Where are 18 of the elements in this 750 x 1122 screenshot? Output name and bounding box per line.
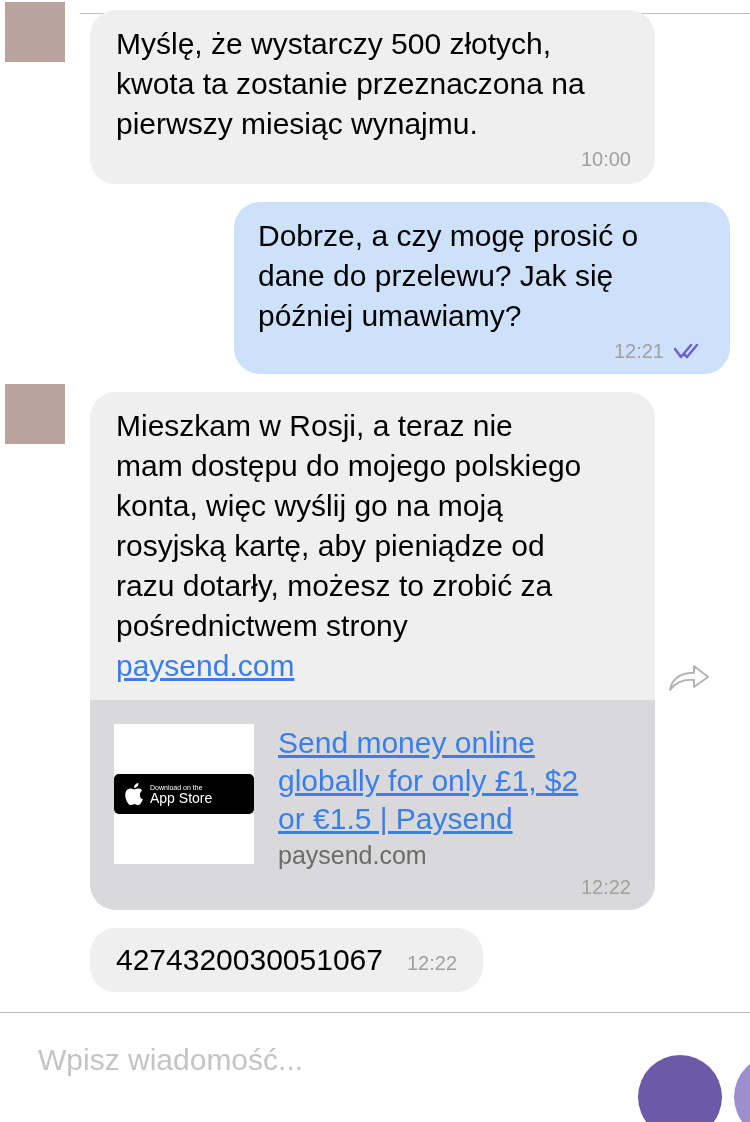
message-input[interactable]: Wpisz wiadomość...	[38, 1037, 598, 1082]
message-text: Dobrze, a czy mogę prosić o dane do przelewu? Jak się później umawiamy?	[258, 218, 640, 334]
message-time: 10:00	[580, 147, 631, 172]
message-text: Mieszkam w Rosji, a teraz nie mam dostępu do mojego polskiego konta, więc wyślij go na moją rosyjską kartę, aby pieniądze od razu dotarły, możesz to zrobić za pośrednictwem strony	[116, 408, 583, 644]
badge-title: App Store	[150, 790, 213, 805]
message-link[interactable]: paysend.com	[116, 646, 295, 686]
avatar	[5, 2, 65, 62]
action-button[interactable]	[638, 1055, 722, 1122]
share-arrow-icon[interactable]	[668, 662, 710, 692]
apple-logo-icon	[124, 783, 144, 805]
message-text: 4274320030051067	[116, 942, 383, 978]
message-time: 12:22	[580, 875, 631, 900]
message-time: 12:21	[613, 339, 664, 364]
preview-title[interactable]: Send money online globally for only £1, $2 or €1.5 | Paysend	[278, 724, 598, 838]
message-text: Myślę, że wystarczy 500 złotych, kwota ta zostanie przeznaczona na pierwszy miesiąc wynajmu.	[116, 26, 586, 142]
avatar	[5, 384, 65, 444]
message-time: 12:22	[406, 951, 457, 976]
preview-domain: paysend.com	[278, 840, 428, 871]
